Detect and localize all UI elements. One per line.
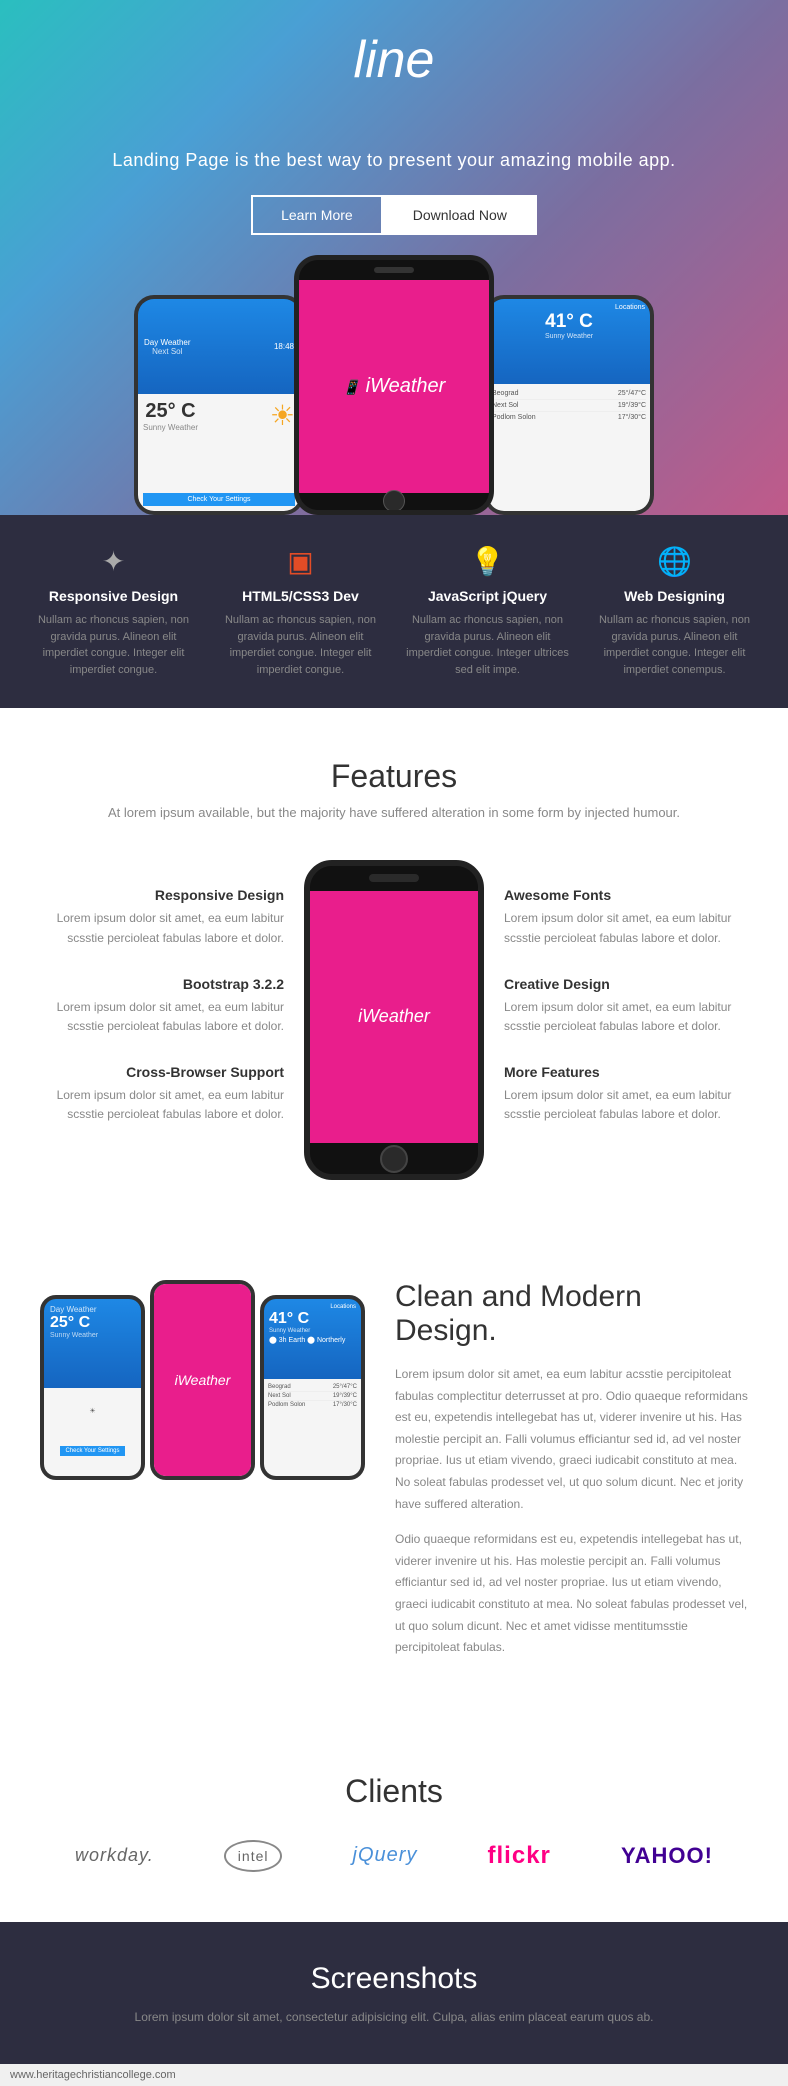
feature-desc-web: Nullam ac rhoncus sapien, non gravida pu… xyxy=(591,612,758,678)
feature-bootstrap-desc: Lorem ipsum dolor sit amet, ea eum labit… xyxy=(40,998,284,1036)
clients-title: Clients xyxy=(40,1773,748,1810)
workday-logo: workday. xyxy=(75,1845,154,1866)
feature-browser-desc: Lorem ipsum dolor sit amet, ea eum labit… xyxy=(40,1086,284,1124)
feature-desc-responsive: Nullam ac rhoncus sapien, non gravida pu… xyxy=(30,612,197,678)
feature-fonts-desc: Lorem ipsum dolor sit amet, ea eum labit… xyxy=(504,909,748,947)
check-settings: Check Your Settings xyxy=(143,493,295,506)
html5-icon: ▣ xyxy=(217,545,384,578)
screenshots-section: Screenshots Lorem ipsum dolor sit amet, … xyxy=(0,1922,788,2064)
clients-section: Clients workday. intel jQuery flickr YAH… xyxy=(0,1723,788,1922)
feature-block-more: More Features Lorem ipsum dolor sit amet… xyxy=(504,1064,748,1124)
features-iweather: iWeather xyxy=(358,1006,430,1027)
feature-title-web: Web Designing xyxy=(591,588,758,604)
feature-fonts-title: Awesome Fonts xyxy=(504,887,748,903)
feature-desc-js: Nullam ac rhoncus sapien, non gravida pu… xyxy=(404,612,571,678)
js-icon: 💡 xyxy=(404,545,571,578)
feature-more-title: More Features xyxy=(504,1064,748,1080)
feature-block-bootstrap: Bootstrap 3.2.2 Lorem ipsum dolor sit am… xyxy=(40,976,284,1036)
intel-logo: intel xyxy=(224,1840,283,1872)
feature-title-js: JavaScript jQuery xyxy=(404,588,571,604)
feature-responsive-title: Responsive Design xyxy=(40,887,284,903)
main-features-section: Features At lorem ipsum available, but t… xyxy=(0,708,788,1230)
url-text: www.heritagechristiancollege.com xyxy=(10,2069,176,2081)
temp-right: 41° C xyxy=(493,311,645,333)
features-center-phone: iWeather xyxy=(304,860,484,1180)
feature-creative-title: Creative Design xyxy=(504,976,748,992)
phone-center: 📱 iWeather xyxy=(294,255,494,515)
clean-text: Clean and Modern Design. Lorem ipsum dol… xyxy=(395,1280,748,1673)
feature-bootstrap-title: Bootstrap 3.2.2 xyxy=(40,976,284,992)
feature-title-responsive: Responsive Design xyxy=(30,588,197,604)
phone-left: Day Weather Next Sol 18:48 25° C Sunny W… xyxy=(134,295,304,515)
features-right-column: Awesome Fonts Lorem ipsum dolor sit amet… xyxy=(504,887,748,1152)
learn-more-button[interactable]: Learn More xyxy=(251,195,383,235)
small-phone-1: Day Weather 25° C Sunny Weather ☀ Check … xyxy=(40,1295,145,1480)
responsive-icon: ✦ xyxy=(30,545,197,578)
feature-block-responsive: Responsive Design Lorem ipsum dolor sit … xyxy=(40,887,284,947)
small-phone-2: iWeather xyxy=(150,1280,255,1480)
hero-section: line Landing Page is the best way to pre… xyxy=(0,0,788,515)
features-grid: Responsive Design Lorem ipsum dolor sit … xyxy=(40,860,748,1180)
features-subtitle: At lorem ipsum available, but the majori… xyxy=(40,805,748,820)
feature-creative-desc: Lorem ipsum dolor sit amet, ea eum labit… xyxy=(504,998,748,1036)
flickr-logo: flickr xyxy=(488,1842,551,1870)
phone-right: Locations 41° C Sunny Weather Beograd25°… xyxy=(484,295,654,515)
feature-more-desc: Lorem ipsum dolor sit amet, ea eum labit… xyxy=(504,1086,748,1124)
feature-desc-html5: Nullam ac rhoncus sapien, non gravida pu… xyxy=(217,612,384,678)
feature-item-web: 🌐 Web Designing Nullam ac rhoncus sapien… xyxy=(581,545,768,678)
screenshots-title: Screenshots xyxy=(40,1962,748,1996)
iweather-center: iWeather xyxy=(366,375,446,397)
clean-paragraph-1: Lorem ipsum dolor sit amet, ea eum labit… xyxy=(395,1364,748,1515)
feature-title-html5: HTML5/CSS3 Dev xyxy=(217,588,384,604)
weather-type-right: Sunny Weather xyxy=(493,333,645,340)
features-title: Features xyxy=(40,758,748,795)
feature-item-responsive: ✦ Responsive Design Nullam ac rhoncus sa… xyxy=(20,545,207,678)
feature-item-html5: ▣ HTML5/CSS3 Dev Nullam ac rhoncus sapie… xyxy=(207,545,394,678)
jquery-logo: jQuery xyxy=(353,1844,418,1867)
small-phone-3: Locations 41° C Sunny Weather ⬤ 3h Earth… xyxy=(260,1295,365,1480)
clients-logos: workday. intel jQuery flickr YAHOO! xyxy=(40,1840,748,1872)
clean-modern-section: Day Weather 25° C Sunny Weather ☀ Check … xyxy=(0,1230,788,1723)
feature-browser-title: Cross-Browser Support xyxy=(40,1064,284,1080)
url-bar: www.heritagechristiancollege.com xyxy=(0,2064,788,2086)
hero-buttons: Learn More Download Now xyxy=(20,195,768,235)
screenshots-subtitle: Lorem ipsum dolor sit amet, consectetur … xyxy=(40,2010,748,2024)
small-phone-iweather: iWeather xyxy=(175,1372,231,1388)
features-left-column: Responsive Design Lorem ipsum dolor sit … xyxy=(40,887,284,1152)
phones-group: Day Weather 25° C Sunny Weather ☀ Check … xyxy=(40,1280,365,1480)
feature-block-creative: Creative Design Lorem ipsum dolor sit am… xyxy=(504,976,748,1036)
features-strip: ✦ Responsive Design Nullam ac rhoncus sa… xyxy=(0,515,788,708)
temp-left: 25° C xyxy=(143,400,198,423)
hero-tagline: Landing Page is the best way to present … xyxy=(20,150,768,171)
site-logo: line xyxy=(20,30,768,90)
feature-item-js: 💡 JavaScript jQuery Nullam ac rhoncus sa… xyxy=(394,545,581,678)
weather-desc-left: Sunny Weather xyxy=(143,423,198,432)
feature-block-browser: Cross-Browser Support Lorem ipsum dolor … xyxy=(40,1064,284,1124)
feature-block-fonts: Awesome Fonts Lorem ipsum dolor sit amet… xyxy=(504,887,748,947)
yahoo-logo: YAHOO! xyxy=(621,1843,713,1869)
download-now-button[interactable]: Download Now xyxy=(383,195,537,235)
clean-paragraph-2: Odio quaeque reformidans est eu, expeten… xyxy=(395,1529,748,1659)
feature-responsive-desc: Lorem ipsum dolor sit amet, ea eum labit… xyxy=(40,909,284,947)
hero-phones: Day Weather Next Sol 18:48 25° C Sunny W… xyxy=(20,275,768,515)
web-icon: 🌐 xyxy=(591,545,758,578)
clean-title: Clean and Modern Design. xyxy=(395,1280,748,1348)
